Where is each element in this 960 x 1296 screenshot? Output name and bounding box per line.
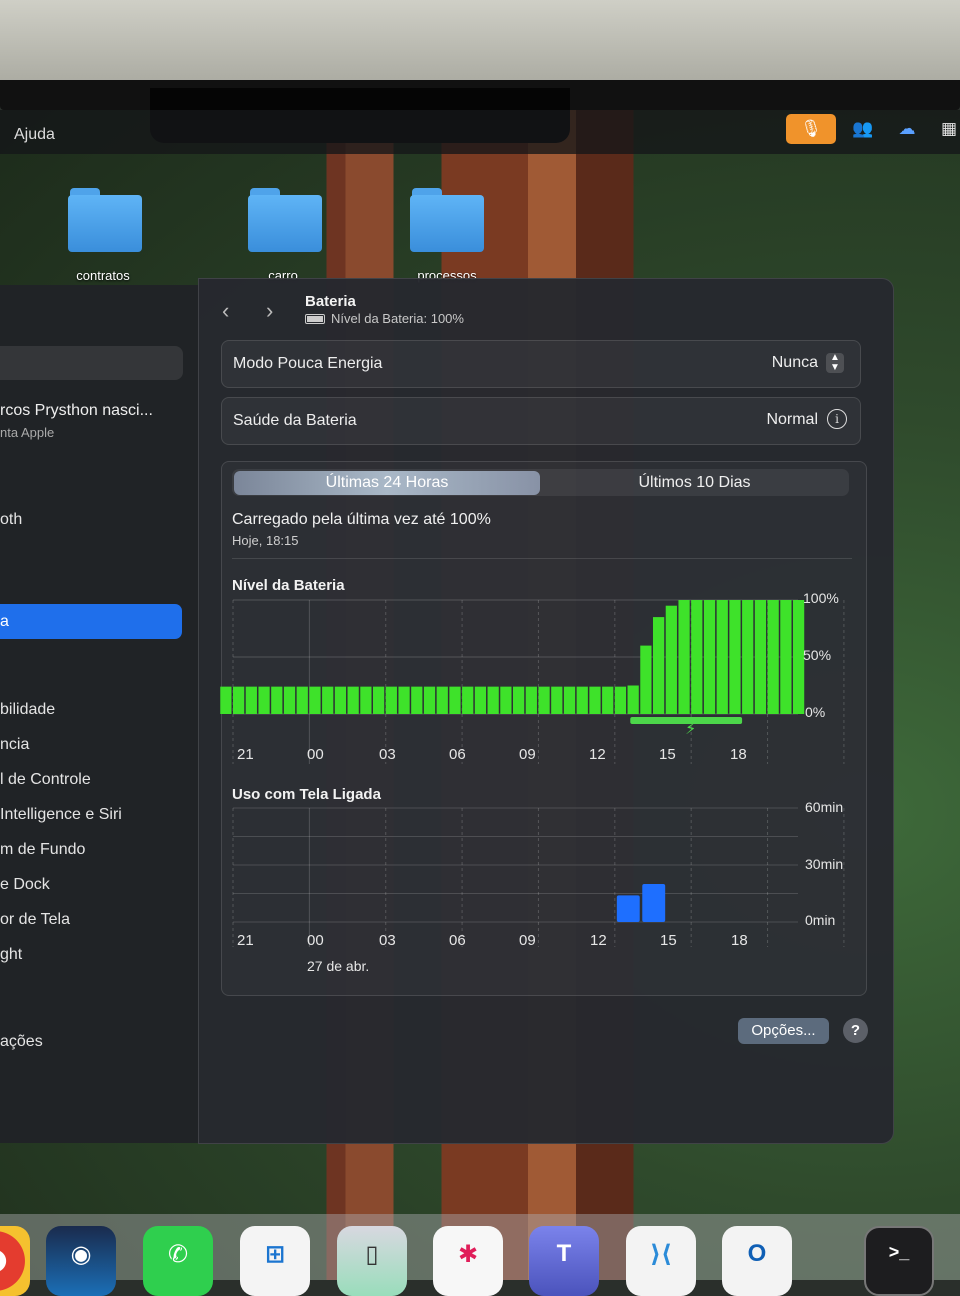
battery-level-bar (653, 617, 665, 714)
battery-level-bar (500, 686, 512, 714)
battery-level-bar (462, 686, 474, 714)
outlook-icon[interactable]: O (722, 1226, 792, 1296)
usage-x-tick: 00 (307, 932, 324, 949)
usage-y-tick: 60min (805, 799, 844, 815)
battery-level-bar (614, 686, 627, 714)
usage-x-tick: 18 (731, 932, 748, 949)
battery-level-bar (258, 686, 270, 714)
battery-level-bar (780, 600, 792, 714)
screen-usage-bar (616, 895, 640, 922)
battery-level-bar (436, 686, 448, 714)
battery-level-bar (563, 686, 576, 714)
help-button[interactable]: ? (843, 1018, 868, 1043)
usage-x-tick: 06 (449, 932, 466, 949)
battery-level-bar (220, 686, 232, 714)
battery-x-tick: 18 (730, 746, 747, 763)
battery-level-bar (411, 686, 423, 714)
battery-level-bar (627, 685, 639, 714)
battery-level-bar (296, 686, 308, 714)
battery-level-bar (487, 686, 499, 714)
battery-level-bar (589, 686, 601, 714)
battery-level-bar (245, 686, 257, 714)
charging-bolt-icon: ⚡ (685, 719, 696, 738)
options-button[interactable]: Opções... (738, 1018, 829, 1044)
battery-level-bar (373, 686, 385, 714)
battery-level-bar (729, 600, 741, 714)
battery-level-bar (449, 686, 461, 714)
usage-x-tick: 12 (590, 932, 607, 949)
battery-level-bar (703, 600, 716, 714)
battery-level-bar (754, 600, 767, 714)
battery-x-tick: 21 (237, 746, 254, 763)
battery-level-bar (385, 686, 397, 714)
iphone-mirroring-icon[interactable]: ▯ (337, 1226, 407, 1296)
battery-level-bar (423, 686, 436, 714)
usage-x-tick: 03 (379, 932, 396, 949)
battery-level-bar (742, 600, 754, 714)
steam-icon[interactable]: ◉ (46, 1226, 116, 1296)
battery-level-bar (551, 686, 563, 714)
battery-level-bar (283, 686, 296, 714)
battery-level-bar (347, 686, 359, 714)
usage-x-tick: 15 (660, 932, 677, 949)
battery-level-bar (233, 686, 245, 714)
battery-x-tick: 15 (659, 746, 676, 763)
battery-level-bar (691, 600, 703, 714)
usage-y-tick: 30min (805, 856, 844, 872)
battery-x-tick: 09 (519, 746, 536, 763)
battery-level-bar (716, 600, 728, 714)
battery-level-bar (538, 686, 550, 714)
battery-level-bar (525, 686, 537, 714)
battery-y-tick: 50% (803, 647, 832, 663)
terminal-icon[interactable]: >_ (864, 1226, 934, 1296)
battery-level-bar (474, 686, 487, 714)
screen-usage-bar (642, 884, 666, 922)
battery-level-bar (398, 686, 410, 714)
usage-y-tick: 0min (805, 912, 836, 928)
usage-x-tick: 09 (519, 932, 536, 949)
battery-level-bar (513, 686, 525, 714)
vscode-icon[interactable]: ⟩⟨ (626, 1226, 696, 1296)
battery-charts: ⚡ (220, 599, 845, 947)
battery-x-tick: 00 (307, 746, 324, 763)
battery-level-bar (640, 645, 652, 714)
usage-date-label: 27 de abr. (307, 958, 370, 974)
battery-y-tick: 0% (805, 704, 826, 720)
whatsapp-icon[interactable]: ✆ (143, 1226, 213, 1296)
windows-app-icon[interactable]: ⊞ (240, 1226, 310, 1296)
battery-level-bar (576, 686, 588, 714)
chrome-icon[interactable] (0, 1226, 30, 1296)
slack-icon[interactable]: ✱ (433, 1226, 503, 1296)
usage-x-tick: 21 (237, 932, 254, 949)
battery-level-bar (322, 686, 334, 714)
battery-x-tick: 03 (379, 746, 396, 763)
teams-icon[interactable]: T (529, 1226, 599, 1296)
battery-level-bar (665, 605, 677, 714)
battery-level-bar (360, 686, 372, 714)
battery-x-tick: 06 (449, 746, 466, 763)
battery-level-bar (334, 686, 347, 714)
battery-level-bar (678, 600, 690, 714)
battery-x-tick: 12 (589, 746, 606, 763)
battery-level-bar (309, 686, 321, 714)
battery-level-bar (271, 686, 283, 714)
battery-level-bar (602, 686, 614, 714)
battery-y-tick: 100% (803, 590, 839, 606)
battery-level-bar (767, 600, 779, 714)
